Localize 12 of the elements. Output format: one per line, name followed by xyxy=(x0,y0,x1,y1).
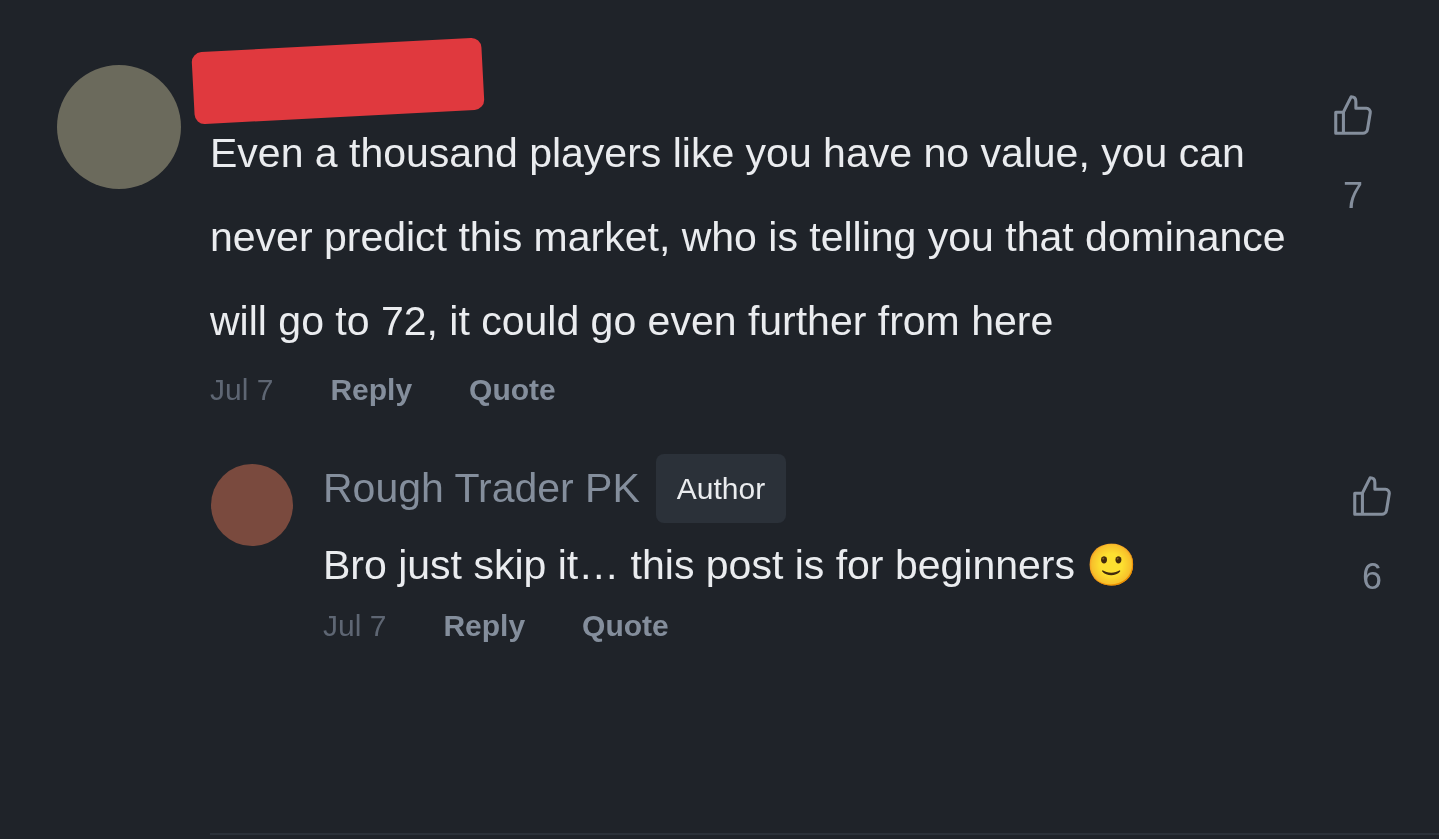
like-count: 6 xyxy=(1362,555,1382,599)
comment-date: Jul 7 xyxy=(210,372,274,408)
action-link[interactable]: Quote xyxy=(582,603,669,648)
action-link[interactable]: Quote xyxy=(469,367,556,412)
comment-text: Even a thousand players like you have no value, you can never predict this market, who is telling you that dominance will go to 72, it could go even further from here xyxy=(210,129,1287,346)
like-count: 7 xyxy=(1343,174,1363,218)
reply-text: Bro just skip it… this post is for beginners 🙂 xyxy=(323,541,1139,590)
author-name[interactable]: Rough Trader PK xyxy=(323,457,640,520)
comment-date: Jul 7 xyxy=(323,608,387,644)
author-badge: Author xyxy=(655,454,787,523)
action-link[interactable]: Reply xyxy=(443,603,526,648)
action-link[interactable]: Reply xyxy=(330,367,413,412)
